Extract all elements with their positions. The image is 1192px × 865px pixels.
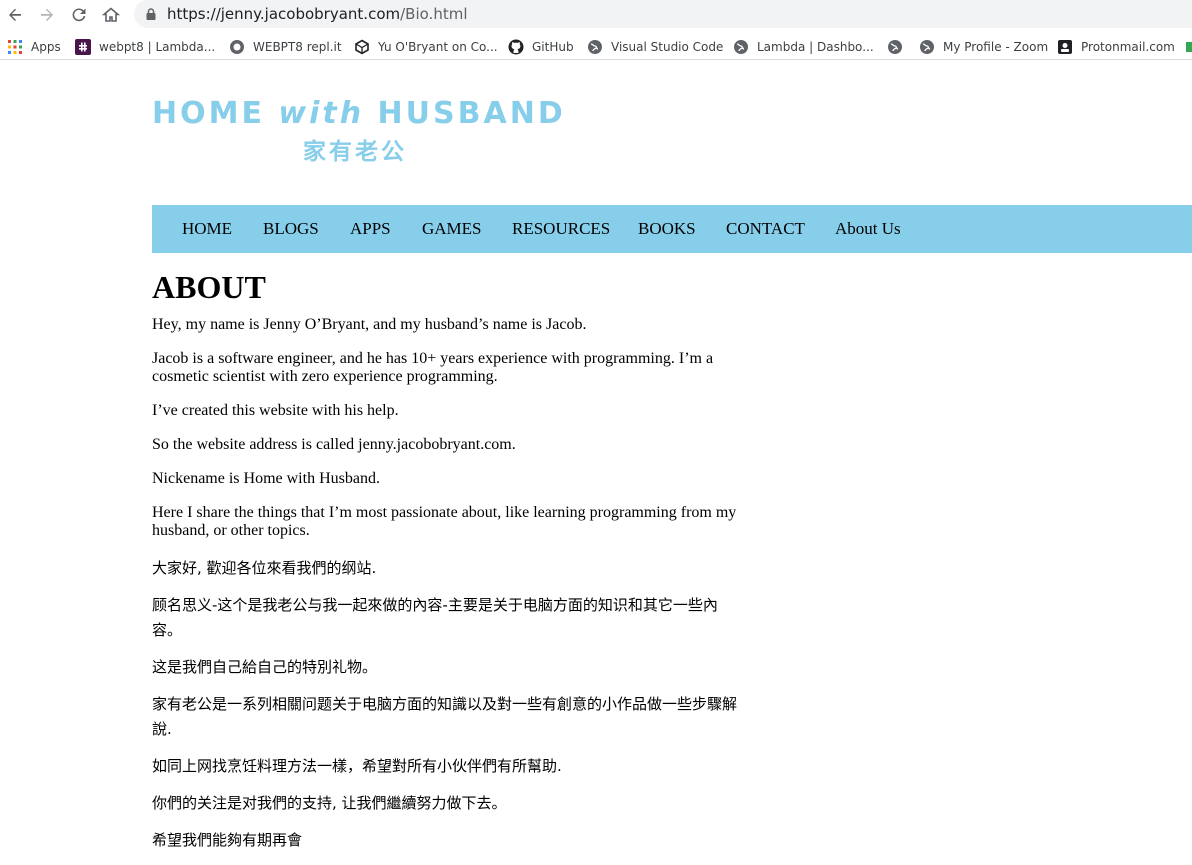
url-host: https://jenny.jacobobryant.com	[167, 5, 401, 23]
nav-apps[interactable]: APPS	[350, 219, 391, 239]
about-paragraph: Here I share the things that I’m most pa…	[152, 504, 737, 539]
title-with: with	[278, 96, 365, 131]
slack-icon	[75, 39, 91, 55]
globe-icon	[733, 39, 749, 55]
about-paragraph: Nickename is Home with Husband.	[152, 470, 380, 487]
nav-blogs[interactable]: BLOGS	[263, 219, 319, 239]
lock-icon	[146, 8, 156, 20]
bookmark-label: Yu O'Bryant on Co...	[378, 40, 498, 54]
protonmail-icon	[1057, 39, 1073, 55]
bookmark-protonmail[interactable]: Protonmail.com	[1057, 38, 1175, 56]
about-paragraph-zh: 家有老公是一系列相關问题关于电脑方面的知識以及對一些有創意的小作品做一些步驟解說…	[152, 695, 738, 738]
arrow-left-icon	[9, 8, 21, 21]
title-home: HOME	[152, 96, 279, 131]
bookmark-label: Protonmail.com	[1081, 40, 1175, 54]
bookmark-zoom-profile[interactable]: My Profile - Zoom	[919, 38, 1048, 56]
title-husband: HUSBAND	[364, 96, 566, 131]
address-bar[interactable]: https://jenny.jacobobryant.com/Bio.html	[134, 0, 1192, 28]
about-content: ABOUT Hey, my name is Jenny O’Bryant, an…	[152, 268, 752, 865]
apps-grid-icon	[7, 39, 23, 55]
nav-contact[interactable]: CONTACT	[726, 219, 805, 239]
home-button[interactable]	[99, 3, 123, 27]
bookmarks-bar: Apps webpt8 | Lambda... WEBPT8 repl.it Y…	[0, 34, 1192, 60]
forward-button[interactable]	[35, 3, 59, 27]
about-paragraph-zh: 希望我們能夠有期再會	[152, 831, 303, 849]
bookmark-webpt8-lambda[interactable]: webpt8 | Lambda...	[75, 38, 215, 56]
bookmark-label: WEBPT8 repl.it	[253, 40, 342, 54]
url-path: /Bio.html	[400, 5, 468, 23]
overflow-bookmark-icon	[1186, 39, 1192, 55]
globe-icon	[587, 39, 603, 55]
reload-button[interactable]	[67, 3, 91, 27]
about-paragraph: I’ve created this website with his help.	[152, 402, 399, 419]
bookmark-codesandbox[interactable]: Yu O'Bryant on Co...	[354, 38, 498, 56]
site-title[interactable]: HOME with HUSBAND	[152, 96, 566, 132]
nav-home[interactable]: HOME	[182, 219, 232, 239]
bookmark-webpt8-replit[interactable]: WEBPT8 repl.it	[229, 38, 342, 56]
globe-icon	[919, 39, 935, 55]
nav-games[interactable]: GAMES	[422, 219, 482, 239]
bookmark-visual-studio-code[interactable]: Visual Studio Code	[587, 38, 723, 56]
nav-resources[interactable]: RESOURCES	[512, 219, 610, 239]
url-text: https://jenny.jacobobryant.com/Bio.html	[167, 4, 468, 24]
about-paragraph-zh: 这是我們自己給自己的特別礼物。	[152, 658, 378, 676]
about-paragraph-zh: 顾名思义-这个是我老公与我一起來做的內容-主要是关于电脑方面的知识和其它一些內容…	[152, 596, 718, 639]
page-heading: ABOUT	[152, 269, 266, 305]
bookmark-label: Lambda | Dashbo...	[757, 40, 874, 54]
bookmark-label: My Profile - Zoom	[943, 40, 1049, 54]
main-navbar: HOME BLOGS APPS GAMES RESOURCES BOOKS CO…	[152, 205, 1192, 253]
about-paragraph-zh: 你們的关注是对我們的支持, 让我們繼續努力做下去。	[152, 794, 507, 812]
bookmark-lambda-dashboard[interactable]: Lambda | Dashbo...	[733, 38, 874, 56]
about-paragraph: Hey, my name is Jenny O’Bryant, and my h…	[152, 316, 587, 333]
bookmark-apps[interactable]: Apps	[7, 38, 61, 56]
arrow-right-icon	[41, 8, 53, 21]
back-button[interactable]	[3, 3, 27, 27]
codesandbox-icon	[354, 39, 370, 55]
home-icon	[102, 7, 120, 22]
reload-icon	[72, 8, 86, 22]
bookmark-overflow[interactable]	[1186, 38, 1192, 56]
site-subtitle: 家有老公	[303, 139, 407, 165]
nav-about-us[interactable]: About Us	[835, 219, 901, 239]
bookmark-untitled[interactable]	[887, 38, 911, 56]
about-paragraph: So the website address is called jenny.j…	[152, 436, 516, 453]
github-icon	[508, 39, 524, 55]
bookmark-label: Apps	[31, 40, 61, 54]
bookmark-label: webpt8 | Lambda...	[99, 40, 216, 54]
about-paragraph: Jacob is a software engineer, and he has…	[152, 350, 714, 385]
about-paragraph-zh: 大家好, 歡迎各位來看我們的纲站.	[152, 559, 377, 577]
browser-toolbar: https://jenny.jacobobryant.com/Bio.html	[0, 0, 1192, 30]
bookmark-label: Visual Studio Code	[611, 40, 724, 54]
nav-books[interactable]: BOOKS	[638, 219, 696, 239]
replit-icon	[229, 39, 245, 55]
bookmark-label: GitHub	[532, 40, 574, 54]
about-paragraph-zh: 如同上网找烹饪料理方法一樣，希望對所有小伙伴們有所幫助.	[152, 757, 562, 775]
bookmark-github[interactable]: GitHub	[508, 38, 574, 56]
globe-icon	[887, 39, 903, 55]
